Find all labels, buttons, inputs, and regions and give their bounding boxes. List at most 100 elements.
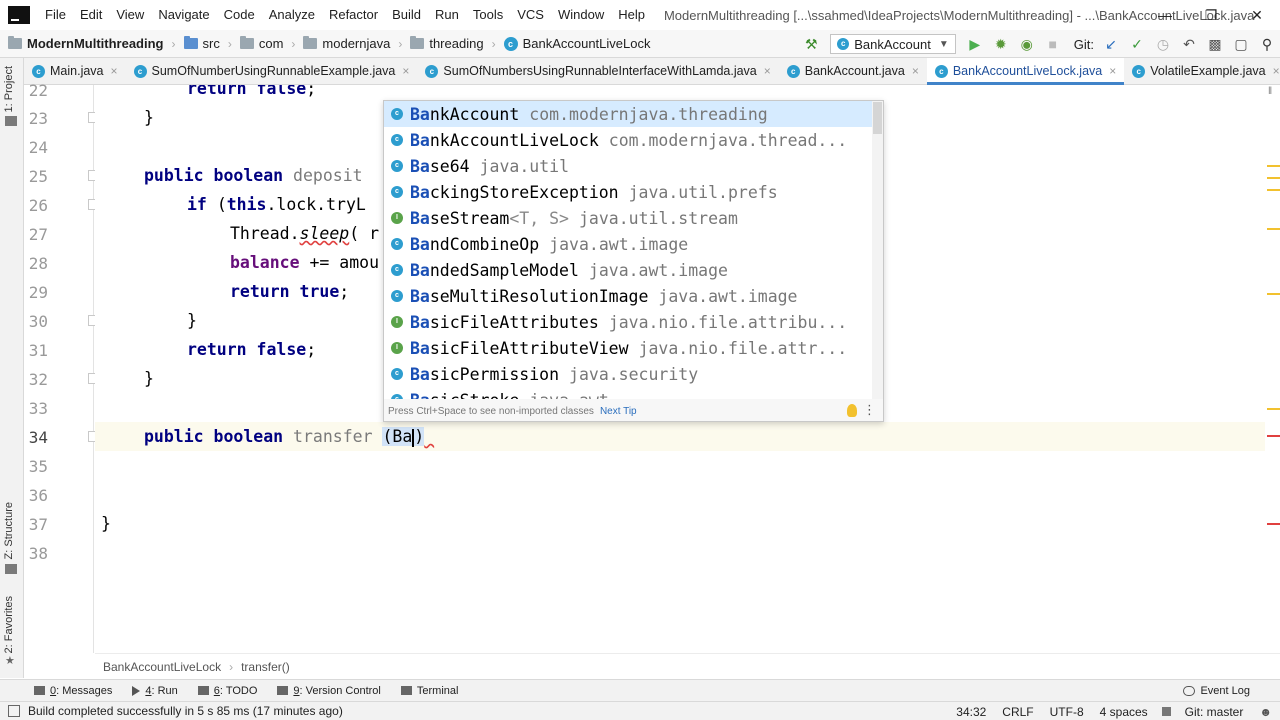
completion-item[interactable]: c Ba ndCombineOp java.awt.image <box>384 231 872 257</box>
editor-gutter[interactable]: 22 23 24 25 26 27 28 29 30 31 32 33 34 3… <box>24 81 99 653</box>
git-commit-icon[interactable]: ✓ <box>1124 30 1150 58</box>
status-message[interactable]: Build completed successfully in 5 s 85 m… <box>28 704 343 718</box>
terminal-tool-button[interactable]: Terminal <box>391 685 469 697</box>
lightbulb-icon[interactable] <box>847 404 857 417</box>
search-icon[interactable]: ⚲ <box>1254 30 1280 58</box>
completion-item[interactable]: c Ba se64 java.util <box>384 153 872 179</box>
code-line-26: if (this.lock.tryL <box>187 195 366 214</box>
todo-tool-button[interactable]: 6: TODO <box>188 685 268 697</box>
menu-view[interactable]: View <box>109 0 151 30</box>
warning-marker[interactable] <box>1267 228 1280 230</box>
close-tab-icon[interactable]: × <box>764 64 771 78</box>
tab-volatile-example[interactable]: c VolatileExample.java × <box>1124 58 1280 84</box>
file-encoding[interactable]: UTF-8 <box>1042 705 1092 719</box>
class-icon: c <box>133 64 147 78</box>
restore-icon[interactable]: ❐ <box>1188 0 1234 30</box>
menu-help[interactable]: Help <box>611 0 652 30</box>
tab-sum-of-numbers-lambda[interactable]: c SumOfNumbersUsingRunnableInterfaceWith… <box>417 58 778 84</box>
menu-navigate[interactable]: Navigate <box>151 0 216 30</box>
menu-build[interactable]: Build <box>385 0 428 30</box>
minimize-icon[interactable]: — <box>1142 0 1188 30</box>
version-control-tool-button[interactable]: 9: Version Control <box>267 685 390 697</box>
chevron-down-icon: ▼ <box>938 38 949 50</box>
close-tab-icon[interactable]: × <box>402 64 409 78</box>
close-tab-icon[interactable]: × <box>1109 64 1116 78</box>
status-toggle-icon[interactable] <box>8 705 20 717</box>
completion-item[interactable]: c Ba ndedSampleModel java.awt.image <box>384 257 872 283</box>
presentation-icon[interactable]: ▢ <box>1228 30 1254 58</box>
tab-bank-account-live-lock[interactable]: c BankAccountLiveLock.java × <box>926 58 1125 85</box>
tab-bank-account[interactable]: c BankAccount.java × <box>779 58 927 84</box>
breadcrumb-com[interactable]: com › <box>232 30 295 58</box>
breadcrumb-class-label[interactable]: BankAccountLiveLock <box>103 660 221 674</box>
completion-item[interactable]: c Ba ckingStoreException java.util.prefs <box>384 179 872 205</box>
breadcrumb-project[interactable]: ModernMultithreading › <box>0 30 176 58</box>
favorites-tool-tab[interactable]: 2: Favorites <box>3 596 15 653</box>
build-hammer-icon[interactable]: ⚒ <box>798 30 824 58</box>
run-icon[interactable]: ▶ <box>962 30 988 58</box>
more-options-icon[interactable]: ⋮ <box>863 402 876 418</box>
warning-marker[interactable] <box>1267 189 1280 191</box>
indent-setting[interactable]: 4 spaces <box>1092 705 1156 719</box>
inspection-widget-icon[interactable]: ‖ <box>1268 86 1272 97</box>
error-stripe[interactable]: ‖ <box>1265 85 1280 653</box>
navigation-bar: ModernMultithreading › src › com › moder… <box>0 30 1280 58</box>
menu-edit[interactable]: Edit <box>73 0 109 30</box>
structure-tool-tab[interactable]: Z: Structure <box>3 502 15 559</box>
error-marker[interactable] <box>1267 523 1280 525</box>
next-tip-link[interactable]: Next Tip <box>600 406 637 417</box>
close-tab-icon[interactable]: × <box>111 64 118 78</box>
menu-window[interactable]: Window <box>551 0 611 30</box>
completion-scrollbar[interactable] <box>872 101 883 399</box>
menu-tools[interactable]: Tools <box>466 0 510 30</box>
completion-item[interactable]: c Ba nkAccount com.modernjava.threading <box>384 101 872 127</box>
rollback-icon[interactable]: ↶ <box>1176 30 1202 58</box>
close-tab-icon[interactable]: × <box>912 64 919 78</box>
memory-indicator-icon[interactable]: ☻ <box>1251 705 1280 719</box>
history-icon[interactable]: ◷ <box>1150 30 1176 58</box>
scrollbar-thumb[interactable] <box>873 102 882 134</box>
project-tool-tab[interactable]: 1: Project <box>3 66 15 112</box>
menu-run[interactable]: Run <box>428 0 466 30</box>
menu-analyze[interactable]: Analyze <box>262 0 322 30</box>
completion-item[interactable]: c Ba nkAccountLiveLock com.modernjava.threa… <box>384 127 872 153</box>
menu-file[interactable]: File <box>38 0 73 30</box>
completion-item[interactable]: c Ba seMultiResolutionImage java.awt.image <box>384 283 872 309</box>
warning-marker[interactable] <box>1267 293 1280 295</box>
run-configuration-select[interactable]: c BankAccount ▼ <box>830 34 956 54</box>
warning-marker[interactable] <box>1267 177 1280 179</box>
close-icon[interactable]: ✕ <box>1234 0 1280 30</box>
completion-item[interactable]: I Ba sicFileAttributeView java.nio.file.att… <box>384 335 872 361</box>
completion-item[interactable]: cBasicStrokejava.awt <box>384 387 872 399</box>
completion-item[interactable]: I Ba sicFileAttributes java.nio.file.attrib… <box>384 309 872 335</box>
menu-vcs[interactable]: VCS <box>510 0 551 30</box>
debug-icon[interactable]: ✹ <box>988 30 1014 58</box>
breadcrumb-threading[interactable]: threading › <box>402 30 496 58</box>
menu-code[interactable]: Code <box>217 0 262 30</box>
run-tool-button[interactable]: 4: Run <box>122 685 187 697</box>
stop-icon[interactable]: ■ <box>1040 30 1066 58</box>
breadcrumb-class[interactable]: c BankAccountLiveLock <box>496 30 650 58</box>
git-update-icon[interactable]: ↙ <box>1098 30 1124 58</box>
breadcrumb-modernjava[interactable]: modernjava › <box>295 30 402 58</box>
close-tab-icon[interactable]: × <box>1273 64 1280 78</box>
caret-position[interactable]: 34:32 <box>948 705 994 719</box>
star-icon: ★ <box>5 655 15 667</box>
menu-refactor[interactable]: Refactor <box>322 0 385 30</box>
event-log-button[interactable]: Event Log <box>1183 680 1250 702</box>
completion-item[interactable]: I Ba seStream <T, S> java.util.stream <box>384 205 872 231</box>
completion-item[interactable]: c Ba sicPermission java.security <box>384 361 872 387</box>
project-structure-icon[interactable]: ▩ <box>1202 30 1228 58</box>
warning-marker[interactable] <box>1267 408 1280 410</box>
messages-tool-button[interactable]: 0: Messages <box>24 685 122 697</box>
error-marker[interactable] <box>1267 435 1280 437</box>
line-separator[interactable]: CRLF <box>994 705 1041 719</box>
lock-icon[interactable] <box>1161 707 1171 716</box>
tab-sum-of-number-using-runnable[interactable]: c SumOfNumberUsingRunnableExample.java × <box>126 58 418 84</box>
git-branch[interactable]: Git: master <box>1177 705 1252 719</box>
code-line-22: return false; <box>187 85 317 98</box>
coverage-icon[interactable]: ◉ <box>1014 30 1040 58</box>
breadcrumb-src[interactable]: src › <box>176 30 232 58</box>
breadcrumb-method-label[interactable]: transfer() <box>241 660 290 674</box>
warning-marker[interactable] <box>1267 165 1280 167</box>
